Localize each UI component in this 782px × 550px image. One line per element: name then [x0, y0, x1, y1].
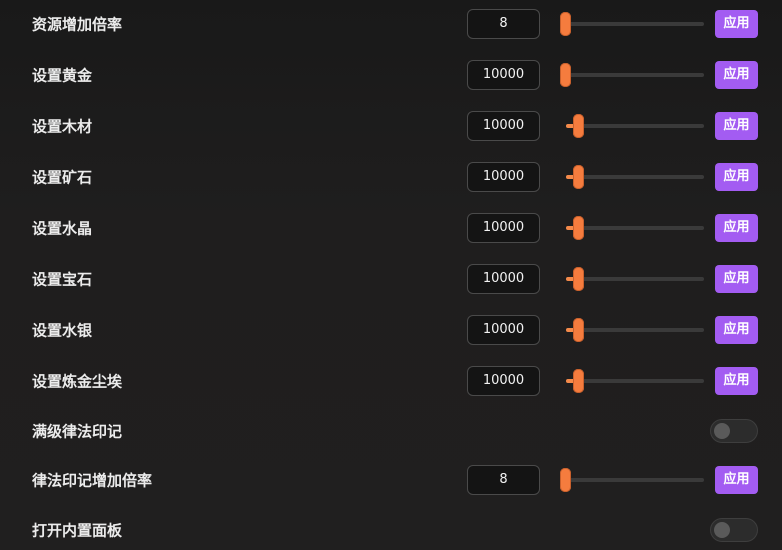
setting-row-gem: 设置宝石 10000 应用	[0, 255, 782, 303]
value-input[interactable]: 10000	[467, 315, 540, 345]
value-slider[interactable]	[560, 114, 704, 138]
apply-button[interactable]: 应用	[715, 466, 758, 494]
slider-track	[566, 328, 704, 332]
setting-label: 设置水银	[32, 321, 93, 340]
value-input[interactable]: 10000	[467, 366, 540, 396]
slider-thumb[interactable]	[560, 468, 571, 492]
slider-track	[566, 124, 704, 128]
apply-button[interactable]: 应用	[715, 61, 758, 89]
slider-thumb[interactable]	[573, 165, 584, 189]
slider-thumb[interactable]	[573, 114, 584, 138]
apply-button[interactable]: 应用	[715, 265, 758, 293]
setting-label: 资源增加倍率	[32, 15, 123, 34]
slider-track	[566, 277, 704, 281]
toggle-knob	[714, 423, 730, 439]
apply-button[interactable]: 应用	[715, 163, 758, 191]
setting-row-alchemy-dust: 设置炼金尘埃 10000 应用	[0, 357, 782, 405]
setting-row-mercury: 设置水银 10000 应用	[0, 306, 782, 354]
setting-label: 设置水晶	[32, 219, 93, 238]
slider-thumb[interactable]	[573, 369, 584, 393]
slider-thumb[interactable]	[560, 12, 571, 36]
toggle-switch[interactable]	[710, 419, 758, 443]
cheat-settings-panel: 资源增加倍率 8 应用 设置黄金 10000 应用 设置木材 10000 应用 …	[0, 0, 782, 550]
value-input[interactable]: 10000	[467, 162, 540, 192]
slider-track	[566, 226, 704, 230]
toggle-knob	[714, 522, 730, 538]
value-input[interactable]: 10000	[467, 111, 540, 141]
slider-track	[566, 478, 704, 482]
setting-row-law-mark-multiplier: 律法印记增加倍率 8 应用	[0, 456, 782, 504]
apply-button[interactable]: 应用	[715, 112, 758, 140]
value-slider[interactable]	[560, 165, 704, 189]
setting-label: 满级律法印记	[32, 422, 123, 441]
apply-button[interactable]: 应用	[715, 367, 758, 395]
setting-label: 设置宝石	[32, 270, 93, 289]
slider-thumb[interactable]	[573, 267, 584, 291]
setting-label: 设置黄金	[32, 66, 93, 85]
slider-thumb[interactable]	[573, 216, 584, 240]
setting-label: 设置木材	[32, 117, 93, 136]
value-input[interactable]: 10000	[467, 264, 540, 294]
value-slider[interactable]	[560, 12, 704, 36]
slider-thumb[interactable]	[560, 63, 571, 87]
apply-button[interactable]: 应用	[715, 316, 758, 344]
value-slider[interactable]	[560, 63, 704, 87]
slider-thumb[interactable]	[573, 318, 584, 342]
setting-row-crystal: 设置水晶 10000 应用	[0, 204, 782, 252]
slider-track	[566, 379, 704, 383]
value-slider[interactable]	[560, 369, 704, 393]
setting-row-ore: 设置矿石 10000 应用	[0, 153, 782, 201]
toggle-switch[interactable]	[710, 518, 758, 542]
setting-label: 律法印记增加倍率	[32, 471, 153, 490]
slider-track	[566, 73, 704, 77]
setting-row-resource-multiplier: 资源增加倍率 8 应用	[0, 0, 782, 48]
setting-row-max-law-mark: 满级律法印记	[0, 407, 782, 455]
value-input[interactable]: 10000	[467, 60, 540, 90]
value-slider[interactable]	[560, 267, 704, 291]
setting-row-open-builtin-panel: 打开内置面板	[0, 506, 782, 550]
setting-row-gold: 设置黄金 10000 应用	[0, 51, 782, 99]
apply-button[interactable]: 应用	[715, 214, 758, 242]
setting-label: 打开内置面板	[32, 521, 123, 540]
setting-row-wood: 设置木材 10000 应用	[0, 102, 782, 150]
setting-label: 设置炼金尘埃	[32, 372, 123, 391]
value-input[interactable]: 8	[467, 9, 540, 39]
setting-label: 设置矿石	[32, 168, 93, 187]
value-slider[interactable]	[560, 468, 704, 492]
apply-button[interactable]: 应用	[715, 10, 758, 38]
slider-track	[566, 22, 704, 26]
value-input[interactable]: 10000	[467, 213, 540, 243]
value-input[interactable]: 8	[467, 465, 540, 495]
value-slider[interactable]	[560, 318, 704, 342]
slider-track	[566, 175, 704, 179]
value-slider[interactable]	[560, 216, 704, 240]
